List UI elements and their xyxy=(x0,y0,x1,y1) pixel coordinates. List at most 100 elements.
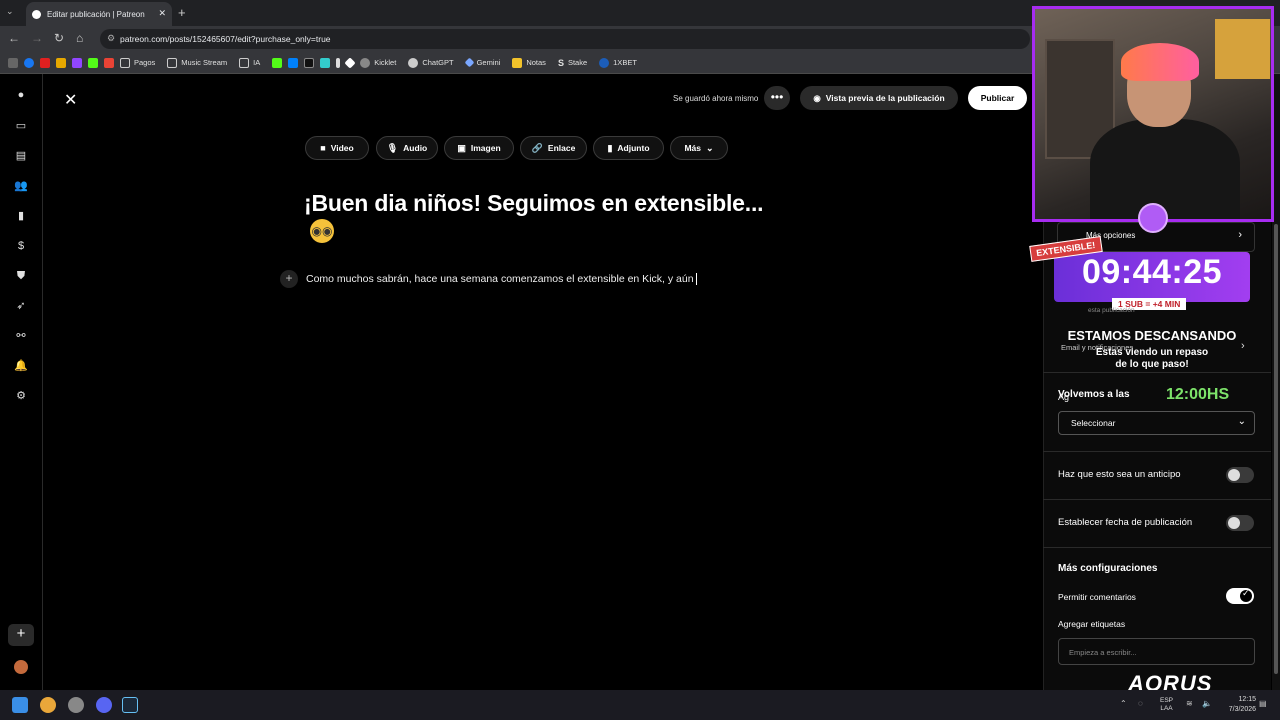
close-tab-icon[interactable]: ✕ xyxy=(158,8,166,19)
allow-comments-toggle[interactable] xyxy=(1226,588,1254,604)
schedule-toggle[interactable] xyxy=(1226,515,1254,531)
youtube-icon[interactable] xyxy=(40,57,50,68)
add-audio-button[interactable]: 🎙 Audio xyxy=(376,136,438,160)
tab-title: Editar publicación | Patreon xyxy=(47,9,145,19)
chrome-icon[interactable] xyxy=(40,697,56,713)
binance-icon[interactable] xyxy=(56,57,66,68)
steam-icon[interactable] xyxy=(122,697,138,713)
more-media-label: Más xyxy=(684,143,701,153)
members-icon[interactable]: 👥 xyxy=(14,179,28,193)
bookmark-chatgpt[interactable]: ChatGPT xyxy=(408,57,454,68)
return-time: 12:00HS xyxy=(1166,386,1230,403)
divider xyxy=(1043,499,1271,500)
early-access-toggle[interactable] xyxy=(1226,467,1254,483)
add-image-label: Imagen xyxy=(470,143,501,153)
discord-icon[interactable] xyxy=(96,697,112,713)
new-tab-icon[interactable]: + xyxy=(178,5,186,20)
facebook-icon[interactable] xyxy=(24,57,34,68)
add-link-button[interactable]: 🔗 Enlace xyxy=(520,136,587,160)
home-icon[interactable]: ⌂ xyxy=(76,31,83,45)
avatar[interactable] xyxy=(14,660,28,674)
publish-button[interactable]: Publicar xyxy=(968,86,1027,110)
apps-icon[interactable] xyxy=(8,57,18,68)
add-image-button[interactable]: ▣ Imagen xyxy=(444,136,514,160)
patreon-favicon-icon xyxy=(32,9,41,19)
wifi-icon[interactable]: ≋ xyxy=(1186,699,1193,708)
chevron-down-icon: ⌄ xyxy=(706,142,714,153)
shield-icon[interactable]: ⛊ xyxy=(14,269,28,283)
webcam-poster xyxy=(1215,19,1270,79)
gmail-icon[interactable] xyxy=(104,57,114,68)
diamond-icon[interactable] xyxy=(344,56,356,69)
folder-icon xyxy=(167,57,178,68)
twitch-icon[interactable] xyxy=(72,57,82,68)
clock-date: 7/3/2026 xyxy=(1228,706,1256,713)
input-language[interactable]: ESP LAA xyxy=(1160,697,1173,713)
bookmark-gemini[interactable]: Gemini xyxy=(464,57,500,68)
add-video-button[interactable]: ■ Video xyxy=(305,136,369,160)
post-body-field[interactable]: Como muchos sabrán, hace una semana come… xyxy=(306,273,697,285)
volume-icon[interactable]: 🔈 xyxy=(1202,699,1212,708)
tab-list-chevron-icon[interactable]: ⌄ xyxy=(6,6,14,17)
tags-input[interactable]: Empieza a escribir... xyxy=(1058,638,1255,665)
select-value: Seleccionar xyxy=(1071,418,1116,428)
more-settings-title: Más configuraciones xyxy=(1058,563,1158,574)
lang-line-1: ESP xyxy=(1160,697,1174,704)
more-media-button[interactable]: Más ⌄ xyxy=(670,136,728,160)
tray-chevron-up-icon[interactable]: ⌃ xyxy=(1120,699,1127,708)
dashboard-icon[interactable]: ▭ xyxy=(14,119,28,133)
video-camera-icon: ■ xyxy=(320,143,326,153)
scrollbar-thumb[interactable] xyxy=(1274,224,1278,674)
add-attachment-label: Adjunto xyxy=(617,143,650,153)
bookmark-stake[interactable]: S Stake xyxy=(558,58,587,68)
post-title-field[interactable]: ¡Buen dia niños! Seguimos en extensible.… xyxy=(304,188,804,218)
close-editor-icon[interactable]: ✕ xyxy=(64,90,77,110)
return-label: Volvemos a las xyxy=(1058,389,1130,400)
create-button[interactable]: + xyxy=(8,624,34,646)
notifications-icon[interactable]: ▤ xyxy=(1259,699,1267,708)
settings-gear-icon[interactable]: ⚙ xyxy=(14,389,28,403)
reload-icon[interactable]: ↻ xyxy=(54,31,64,45)
network-icon[interactable]: ◌ xyxy=(1138,699,1143,708)
more-options-button[interactable]: ••• xyxy=(764,86,790,110)
library-icon[interactable]: ▤ xyxy=(14,149,28,163)
meta-icon[interactable] xyxy=(288,57,299,68)
site-info-icon[interactable]: ⚙ xyxy=(107,33,115,44)
windows-taskbar xyxy=(0,690,1280,720)
bookmark-1xbet[interactable]: 1XBET xyxy=(599,57,637,68)
bookmark-icon[interactable] xyxy=(336,57,341,68)
collection-select[interactable]: Seleccionar ⌄ xyxy=(1058,411,1255,435)
url-field[interactable]: ⚙ patreon.com/posts/152465607/edit?purch… xyxy=(100,29,1030,49)
kick-icon[interactable] xyxy=(88,57,98,68)
preview-button[interactable]: ◉ Vista previa de la publicación xyxy=(800,86,958,110)
bookmark-pagos[interactable]: Pagos xyxy=(120,57,155,68)
browser-tab[interactable]: Editar publicación | Patreon ✕ xyxy=(26,2,172,26)
windows-start-icon[interactable] xyxy=(12,697,28,713)
patreon-logo-icon[interactable]: ● xyxy=(14,88,28,102)
streamer-mascot-icon xyxy=(1138,203,1168,233)
clock[interactable]: 12:15 7/3/2026 xyxy=(1218,695,1256,715)
promotions-icon[interactable]: ➶ xyxy=(14,299,28,313)
back-icon[interactable]: ← xyxy=(8,31,20,45)
apps-icon[interactable]: ⚯ xyxy=(14,329,28,343)
bookmark-music-stream[interactable]: Music Stream xyxy=(167,57,227,68)
add-attachment-button[interactable]: ▮ Adjunto xyxy=(593,136,664,160)
overlay-underlying-text: esta publicación xyxy=(1088,307,1135,314)
tiktok-icon[interactable] xyxy=(304,57,315,68)
allow-comments-label: Permitir comentarios xyxy=(1058,592,1136,602)
image-icon: ▣ xyxy=(457,142,466,153)
folder-icon xyxy=(120,57,130,68)
bookmark-kicklet[interactable]: Kicklet xyxy=(360,57,396,68)
recap-line-2: de lo que paso! xyxy=(1115,359,1189,370)
add-block-button[interactable]: + xyxy=(280,270,298,288)
url-text: patreon.com/posts/152465607/edit?purchas… xyxy=(120,34,331,44)
bookmark-notas[interactable]: Notas xyxy=(512,57,546,68)
payouts-icon[interactable]: $ xyxy=(14,239,28,253)
forward-icon[interactable]: → xyxy=(31,31,43,45)
notifications-bell-icon[interactable]: 🔔 xyxy=(14,359,28,373)
analytics-icon[interactable]: ▮ xyxy=(14,209,28,223)
extension-icon[interactable] xyxy=(320,57,331,68)
bookmark-ia[interactable]: IA xyxy=(239,57,260,68)
github-icon[interactable] xyxy=(68,697,84,713)
kick-icon[interactable] xyxy=(272,57,283,68)
